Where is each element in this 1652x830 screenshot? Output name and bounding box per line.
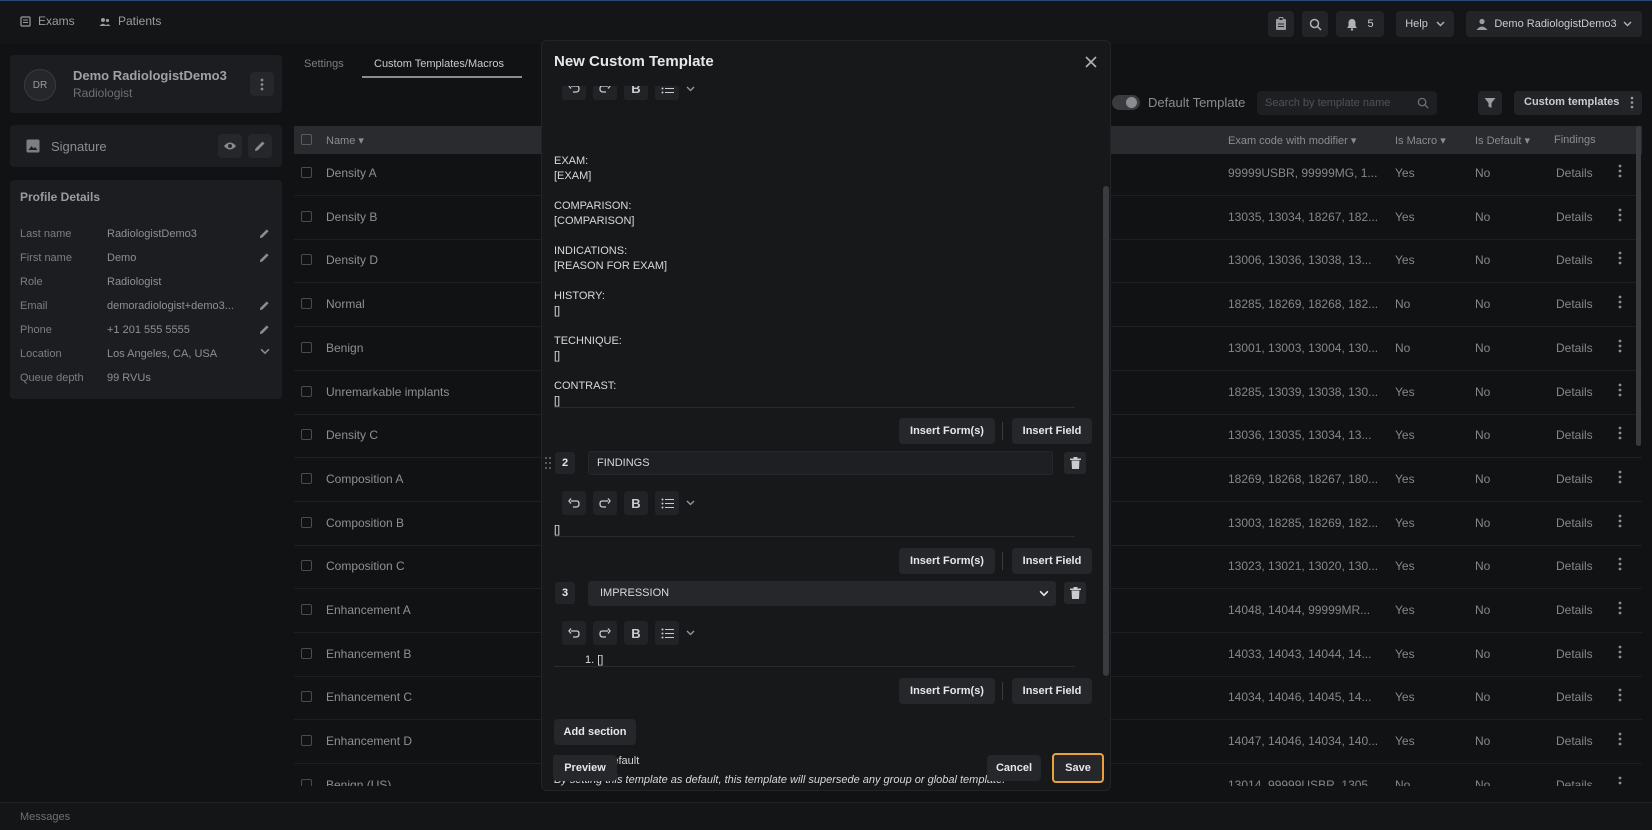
template-text: CONTRAST: — [554, 380, 617, 392]
chevron-down-icon[interactable] — [686, 86, 695, 92]
redo-icon — [599, 497, 611, 509]
findings-body-text[interactable]: [] — [554, 523, 560, 537]
section-number: 2 — [555, 452, 575, 474]
divider — [1002, 422, 1003, 440]
bold-icon: B — [631, 625, 641, 641]
template-text: [] — [554, 395, 561, 407]
impression-body-text[interactable]: 1. [] — [585, 653, 603, 667]
bold-button[interactable]: B — [624, 491, 648, 515]
add-section-button[interactable]: Add section — [554, 719, 636, 745]
undo-icon — [568, 497, 580, 509]
template-text: COMPARISON: — [554, 200, 632, 212]
save-button[interactable]: Save — [1052, 753, 1104, 783]
close-dialog-button[interactable] — [1082, 53, 1100, 71]
divider — [554, 666, 1075, 667]
section-title-value: IMPRESSION — [600, 587, 670, 599]
divider — [1002, 552, 1003, 570]
insert-forms-button[interactable]: Insert Form(s) — [899, 548, 995, 574]
template-text: TECHNIQUE: — [554, 335, 622, 347]
insert-field-button[interactable]: Insert Field — [1012, 548, 1092, 574]
insert-field-button[interactable]: Insert Field — [1012, 418, 1092, 444]
list-icon — [661, 86, 674, 94]
template-text: [COMPARISON] — [554, 215, 635, 227]
template-text: [] — [554, 350, 561, 362]
template-text: [EXAM] — [554, 170, 592, 182]
insert-forms-button[interactable]: Insert Form(s) — [899, 678, 995, 704]
dialog-scroll-body: B EXAM: [EXAM] COMPARISON: [COMPARISON] … — [542, 86, 1110, 746]
list-button[interactable] — [655, 621, 679, 645]
template-text: [REASON FOR EXAM] — [554, 260, 668, 272]
trash-icon — [1069, 587, 1081, 599]
divider — [554, 536, 1075, 537]
redo-icon — [599, 627, 611, 639]
list-button[interactable] — [655, 491, 679, 515]
redo-button[interactable] — [593, 621, 617, 645]
dialog-title: New Custom Template — [554, 53, 714, 70]
cancel-button[interactable]: Cancel — [987, 755, 1041, 781]
insert-field-button[interactable]: Insert Field — [1012, 678, 1092, 704]
bold-button[interactable]: B — [624, 86, 648, 100]
undo-button[interactable] — [562, 621, 586, 645]
dialog-scrollbar[interactable] — [1103, 186, 1109, 676]
divider — [554, 407, 1075, 408]
new-custom-template-dialog: New Custom Template B EXAM: [EXAM] COMPA… — [541, 40, 1111, 791]
redo-button[interactable] — [593, 86, 617, 100]
delete-section-button[interactable] — [1064, 452, 1086, 474]
divider — [1002, 682, 1003, 700]
section-number: 3 — [555, 582, 575, 604]
template-text: HISTORY: — [554, 290, 605, 302]
section-title-select[interactable]: IMPRESSION — [588, 581, 1056, 606]
insert-forms-button[interactable]: Insert Form(s) — [899, 418, 995, 444]
bold-button[interactable]: B — [624, 621, 648, 645]
bold-icon: B — [631, 495, 641, 511]
chevron-down-icon[interactable] — [686, 630, 695, 636]
chevron-down-icon — [1039, 590, 1049, 597]
drag-handle-icon[interactable] — [544, 456, 552, 470]
section-title-field[interactable]: FINDINGS — [588, 451, 1053, 475]
template-text: INDICATIONS: — [554, 245, 628, 257]
trash-icon — [1069, 457, 1081, 469]
redo-button[interactable] — [593, 491, 617, 515]
template-text: EXAM: — [554, 155, 589, 167]
undo-icon — [568, 86, 580, 94]
delete-section-button[interactable] — [1064, 582, 1086, 604]
undo-icon — [568, 627, 580, 639]
list-icon — [661, 628, 674, 639]
redo-icon — [599, 86, 611, 94]
undo-button[interactable] — [562, 86, 586, 100]
default-note-text: By setting this template as default, thi… — [554, 774, 1006, 786]
undo-button[interactable] — [562, 491, 586, 515]
template-text: [] — [554, 305, 561, 317]
chevron-down-icon[interactable] — [686, 500, 695, 506]
close-icon — [1082, 55, 1100, 69]
list-icon — [661, 498, 674, 509]
list-button[interactable] — [655, 86, 679, 100]
bold-icon: B — [631, 86, 641, 96]
preview-button[interactable]: Preview — [553, 755, 617, 781]
